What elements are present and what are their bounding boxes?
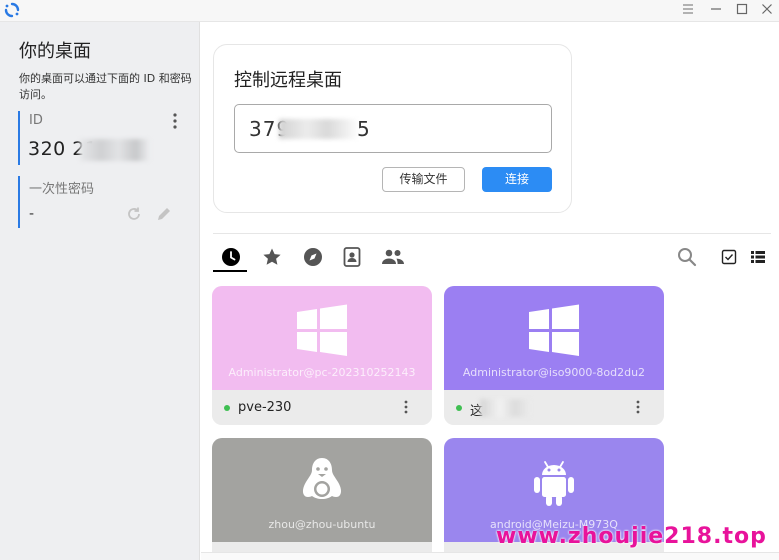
tab-recent[interactable] <box>215 243 247 271</box>
maximize-icon[interactable] <box>728 0 756 18</box>
hamburger-icon[interactable] <box>674 0 702 18</box>
tab-address-book[interactable] <box>336 243 368 271</box>
search-icon[interactable] <box>675 243 699 271</box>
more-vert-icon[interactable] <box>168 111 182 131</box>
peer-thumbnail: Administrator@iso9000-8od2du2 <box>444 286 664 390</box>
peer-username: Administrator@pc-202310252143 <box>228 366 416 379</box>
peer-footer: pve-230 <box>212 390 432 425</box>
remote-id-redaction <box>279 119 359 139</box>
peer-card[interactable]: Administrator@iso9000-8od2du2 这 <box>444 286 664 425</box>
tab-favorites[interactable] <box>256 243 288 271</box>
rustdesk-window: 你的桌面 你的桌面可以通过下面的 ID 和密码访问。 ID 320 21 一次性… <box>0 0 779 560</box>
connect-title: 控制远程桌面 <box>234 70 342 91</box>
peer-card[interactable]: Administrator@pc-202310252143 pve-230 <box>212 286 432 425</box>
site-watermark: www.zhoujie218.top <box>496 524 767 549</box>
peer-name-redaction <box>480 399 530 417</box>
connect-button[interactable]: 连接 <box>482 167 552 192</box>
section-divider <box>213 233 771 234</box>
windows-icon <box>529 304 579 356</box>
peer-card[interactable]: zhou@zhou-ubuntu <box>212 438 432 560</box>
active-tab-indicator <box>213 270 247 272</box>
password-label: 一次性密码 <box>29 182 95 197</box>
more-vert-icon[interactable] <box>632 399 644 415</box>
minimize-icon[interactable] <box>702 0 730 18</box>
sidebar-description: 你的桌面可以通过下面的 ID 和密码访问。 <box>19 72 192 101</box>
peer-username: zhou@zhou-ubuntu <box>268 518 376 531</box>
peer-username: Administrator@iso9000-8od2du2 <box>462 366 646 379</box>
edit-icon[interactable] <box>155 205 173 223</box>
peer-name: pve-230 <box>238 400 292 415</box>
remote-id-input[interactable]: 379 5 <box>234 104 552 153</box>
more-vert-icon[interactable] <box>400 399 412 415</box>
id-label: ID <box>29 113 43 128</box>
star-icon <box>263 248 281 265</box>
linux-icon <box>302 458 342 499</box>
clock-icon <box>222 248 240 266</box>
sidebar-title: 你的桌面 <box>19 41 91 62</box>
remote-id-value-tail: 5 <box>357 117 371 141</box>
select-checkbox-icon[interactable] <box>717 243 741 271</box>
tab-group[interactable] <box>377 243 409 271</box>
main-panel: 控制远程桌面 379 5 传输文件 连接 Administrator@pc-20… <box>201 22 779 560</box>
title-bar <box>0 0 779 22</box>
id-redaction <box>80 139 150 161</box>
transfer-file-button[interactable]: 传输文件 <box>382 167 465 192</box>
peer-tabs <box>213 240 771 276</box>
status-strip <box>201 552 779 560</box>
group-icon <box>382 249 404 264</box>
tab-discovered[interactable] <box>297 243 329 271</box>
windows-icon <box>297 304 347 356</box>
list-view-icon[interactable] <box>746 243 770 271</box>
password-section: 一次性密码 - <box>18 176 188 228</box>
close-icon[interactable] <box>753 0 779 18</box>
password-value: - <box>29 206 35 222</box>
connect-card: 控制远程桌面 379 5 传输文件 连接 <box>213 44 572 213</box>
peer-footer: 这 <box>444 390 664 425</box>
app-logo-icon <box>4 2 20 18</box>
online-status-dot <box>224 405 230 411</box>
refresh-icon[interactable] <box>125 205 143 223</box>
compass-icon <box>304 248 322 266</box>
address-book-icon <box>343 247 361 267</box>
id-section: ID 320 21 <box>18 111 188 165</box>
peer-thumbnail: zhou@zhou-ubuntu <box>212 438 432 542</box>
android-icon <box>534 461 574 506</box>
peer-thumbnail: Administrator@pc-202310252143 <box>212 286 432 390</box>
online-status-dot <box>456 405 462 411</box>
sidebar: 你的桌面 你的桌面可以通过下面的 ID 和密码访问。 ID 320 21 一次性… <box>0 22 200 560</box>
